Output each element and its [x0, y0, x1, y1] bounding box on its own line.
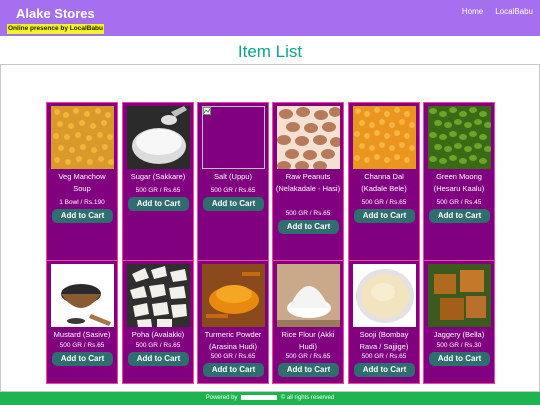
product-card: Mustard (Sasive) 500 GR / Rs.65 Add to C…	[46, 260, 118, 384]
product-name: Salt (Uppu)	[214, 172, 252, 181]
broken-image-icon	[202, 106, 265, 169]
top-nav: Home LocalBabu	[462, 7, 533, 16]
nav-link-localbabu[interactable]: LocalBabu	[495, 7, 533, 16]
add-to-cart-button[interactable]: Add to Cart	[128, 197, 189, 211]
product-image-channa-dal	[353, 106, 416, 169]
product-name: Mustard (Sasive)	[53, 330, 111, 339]
footer-copyright: © all rights reserved	[280, 395, 335, 401]
add-to-cart-button[interactable]: Add to Cart	[278, 220, 339, 234]
product-name: Sooji (Bombay Rava / Sajjige)	[359, 330, 409, 351]
site-footer: Powered by © all rights reserved	[0, 392, 540, 405]
product-name: Veg Manchow Soup	[58, 172, 106, 193]
nav-link-home[interactable]: Home	[462, 7, 483, 16]
footer-brand-link[interactable]	[241, 394, 278, 400]
product-card: Jaggery (Bella) 500 GR / Rs.30 Add to Ca…	[423, 260, 495, 384]
product-price: 500 GR / Rs.65	[135, 187, 181, 194]
product-name: Jaggery (Bella)	[433, 330, 485, 339]
product-card: Turmeric Powder (Arasina Hudi) 500 GR / …	[197, 260, 269, 384]
product-price: 500 GR / Rs.65	[361, 199, 407, 206]
product-image-peanuts	[277, 106, 340, 169]
product-card: Channa Dal (Kadale Bele) 500 GR / Rs.65 …	[348, 102, 420, 275]
product-image-rice-flour	[277, 264, 340, 327]
add-to-cart-button[interactable]: Add to Cart	[203, 363, 264, 377]
add-to-cart-button[interactable]: Add to Cart	[52, 209, 113, 223]
product-name: Poha (Avalakki)	[131, 330, 185, 339]
product-price: 500 GR / Rs.65	[361, 353, 407, 360]
add-to-cart-button[interactable]: Add to Cart	[429, 209, 490, 223]
product-image-green-moong	[428, 106, 491, 169]
product-card: Raw Peanuts (Nelakadale - Hasi) 500 GR /…	[272, 102, 344, 275]
product-name: Rice Flour (Akki Hudi)	[281, 330, 335, 351]
product-price: 500 GR / Rs.65	[59, 342, 105, 349]
product-image-soup	[51, 106, 114, 169]
product-card: Sooji (Bombay Rava / Sajjige) 500 GR / R…	[348, 260, 420, 384]
product-image-jaggery	[428, 264, 491, 327]
product-name: Green Moong (Hesaru Kaalu)	[433, 172, 485, 193]
product-price: 500 GR / Rs.65	[285, 210, 331, 217]
product-price: 500 GR / Rs.45	[436, 199, 482, 206]
product-image-sooji	[353, 264, 416, 327]
product-card: Sugar (Sakkare) 500 GR / Rs.65 Add to Ca…	[122, 102, 194, 275]
add-to-cart-button[interactable]: Add to Cart	[429, 352, 490, 366]
product-image-sugar	[127, 106, 190, 169]
product-price: 500 GR / Rs.65	[210, 187, 256, 194]
product-price: 500 GR / Rs.65	[135, 342, 181, 349]
product-name: Channa Dal (Kadale Bele)	[361, 172, 407, 193]
site-header: Alake Stores Online presence by LocalBab…	[0, 0, 540, 36]
product-card: Salt (Uppu) 500 GR / Rs.65 Add to Cart	[197, 102, 269, 275]
product-image-poha	[127, 264, 190, 327]
product-card: Veg Manchow Soup 1 Bowl / Rs.190 Add to …	[46, 102, 118, 275]
product-image-turmeric	[202, 264, 265, 327]
item-list-panel: Veg Manchow Soup 1 Bowl / Rs.190 Add to …	[0, 64, 540, 392]
add-to-cart-button[interactable]: Add to Cart	[354, 209, 415, 223]
product-card: Poha (Avalakki) 500 GR / Rs.65 Add to Ca…	[122, 260, 194, 384]
add-to-cart-button[interactable]: Add to Cart	[354, 363, 415, 377]
add-to-cart-button[interactable]: Add to Cart	[52, 352, 113, 366]
product-price: 500 GR / Rs.65	[210, 353, 256, 360]
product-price: 500 GR / Rs.30	[436, 342, 482, 349]
product-card: Rice Flour (Akki Hudi) 500 GR / Rs.65 Ad…	[272, 260, 344, 384]
brand-name[interactable]: Alake Stores	[16, 6, 95, 21]
product-card: Green Moong (Hesaru Kaalu) 500 GR / Rs.4…	[423, 102, 495, 275]
add-to-cart-button[interactable]: Add to Cart	[128, 352, 189, 366]
add-to-cart-button[interactable]: Add to Cart	[278, 363, 339, 377]
add-to-cart-button[interactable]: Add to Cart	[203, 197, 264, 211]
product-name: Raw Peanuts (Nelakadale - Hasi)	[275, 172, 341, 193]
product-name: Turmeric Powder (Arasina Hudi)	[204, 330, 262, 351]
product-image-mustard	[51, 264, 114, 327]
tagline-badge[interactable]: Online presence by LocalBabu	[7, 24, 104, 34]
product-price: 1 Bowl / Rs.190	[59, 199, 105, 206]
product-price: 500 GR / Rs.65	[285, 353, 331, 360]
product-name: Sugar (Sakkare)	[130, 172, 186, 181]
footer-powered-by: Powered by	[205, 395, 238, 401]
page-title: Item List	[237, 42, 303, 61]
